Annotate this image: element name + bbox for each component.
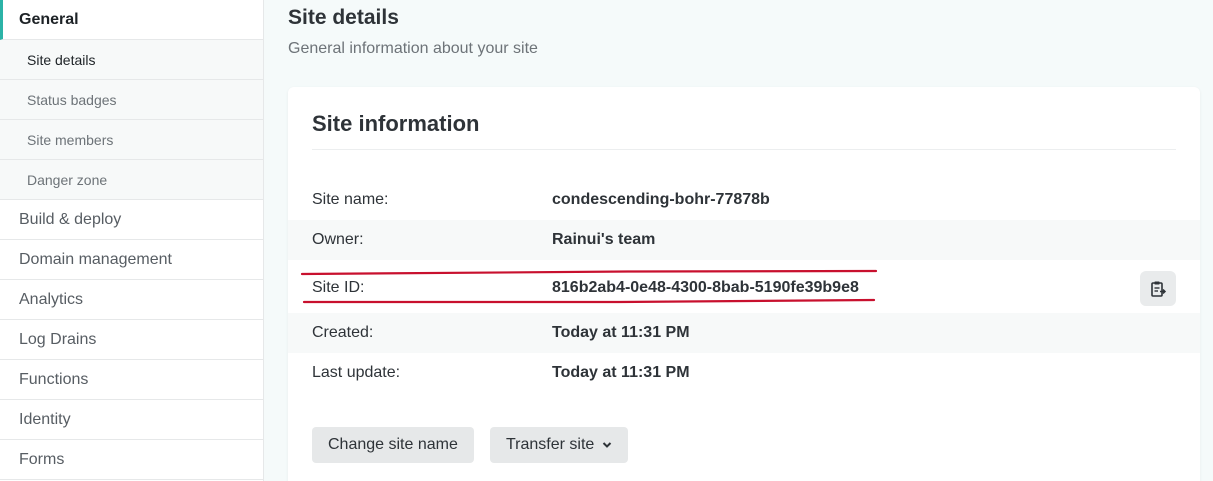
transfer-site-button[interactable]: Transfer site	[490, 427, 629, 463]
info-label: Site name:	[312, 191, 389, 208]
info-row-last-update: Last update: Today at 11:31 PM	[288, 353, 1200, 393]
sidebar-item-label: Domain management	[19, 250, 172, 268]
sidebar-item-label: Log Drains	[19, 330, 97, 348]
site-information-card: Site information Site name: condescendin…	[288, 87, 1200, 481]
sidebar-item-domain-management[interactable]: Domain management	[0, 240, 263, 280]
sidebar-item-label: Build & deploy	[19, 210, 122, 228]
card-divider	[312, 149, 1176, 150]
page: General Site details Status badges Site …	[0, 0, 1213, 481]
sidebar-subitem-label: Danger zone	[27, 171, 108, 188]
sidebar-item-functions[interactable]: Functions	[0, 360, 263, 400]
clipboard-icon	[1151, 281, 1167, 297]
sidebar-subitem-label: Site members	[27, 131, 114, 148]
button-label: Change site name	[328, 436, 458, 453]
info-value: Today at 11:31 PM	[552, 324, 690, 341]
info-row-owner: Owner: Rainui's team	[288, 220, 1200, 260]
sidebar-item-label: Analytics	[19, 290, 84, 308]
info-label: Last update:	[312, 364, 401, 381]
change-site-name-button[interactable]: Change site name	[312, 427, 474, 463]
info-label: Site ID:	[312, 278, 365, 296]
sidebar-subitem-site-details[interactable]: Site details	[0, 40, 263, 80]
settings-sidebar: General Site details Status badges Site …	[0, 0, 264, 481]
sidebar-item-identity[interactable]: Identity	[0, 400, 263, 440]
sidebar-item-label: Identity	[19, 410, 71, 428]
sidebar-subitem-status-badges[interactable]: Status badges	[0, 80, 263, 120]
info-value: Rainui's team	[552, 231, 656, 248]
sidebar-item-analytics[interactable]: Analytics	[0, 280, 263, 320]
page-subtitle: General information about your site	[288, 40, 538, 57]
info-value: Today at 11:31 PM	[552, 364, 690, 381]
sidebar-subitem-site-members[interactable]: Site members	[0, 120, 263, 160]
page-title: Site details	[288, 6, 399, 29]
info-row-site-name: Site name: condescending-bohr-77878b	[288, 180, 1200, 220]
copy-site-id-button[interactable]	[1140, 271, 1176, 306]
sidebar-item-forms[interactable]: Forms	[0, 440, 263, 480]
card-title: Site information	[312, 111, 480, 136]
sidebar-subitem-danger-zone[interactable]: Danger zone	[0, 160, 263, 200]
sidebar-item-label: Functions	[19, 370, 89, 388]
sidebar-item-label: Forms	[19, 450, 65, 468]
sidebar-item-build-deploy[interactable]: Build & deploy	[0, 200, 263, 240]
info-value: condescending-bohr-77878b	[552, 191, 770, 208]
sidebar-item-general[interactable]: General	[0, 0, 263, 40]
info-label: Created:	[312, 324, 374, 341]
button-label: Transfer site	[506, 436, 595, 453]
info-value: 816b2ab4-0e48-4300-8bab-5190fe39b9e8	[552, 278, 859, 296]
sidebar-item-label: General	[19, 10, 79, 28]
info-row-created: Created: Today at 11:31 PM	[288, 313, 1200, 353]
sidebar-item-log-drains[interactable]: Log Drains	[0, 320, 263, 360]
info-row-site-id: Site ID: 816b2ab4-0e48-4300-8bab-5190fe3…	[288, 262, 1200, 313]
sidebar-subitem-label: Site details	[27, 51, 96, 68]
chevron-down-icon	[602, 441, 612, 449]
sidebar-subitem-label: Status badges	[27, 91, 117, 108]
info-label: Owner:	[312, 231, 364, 248]
